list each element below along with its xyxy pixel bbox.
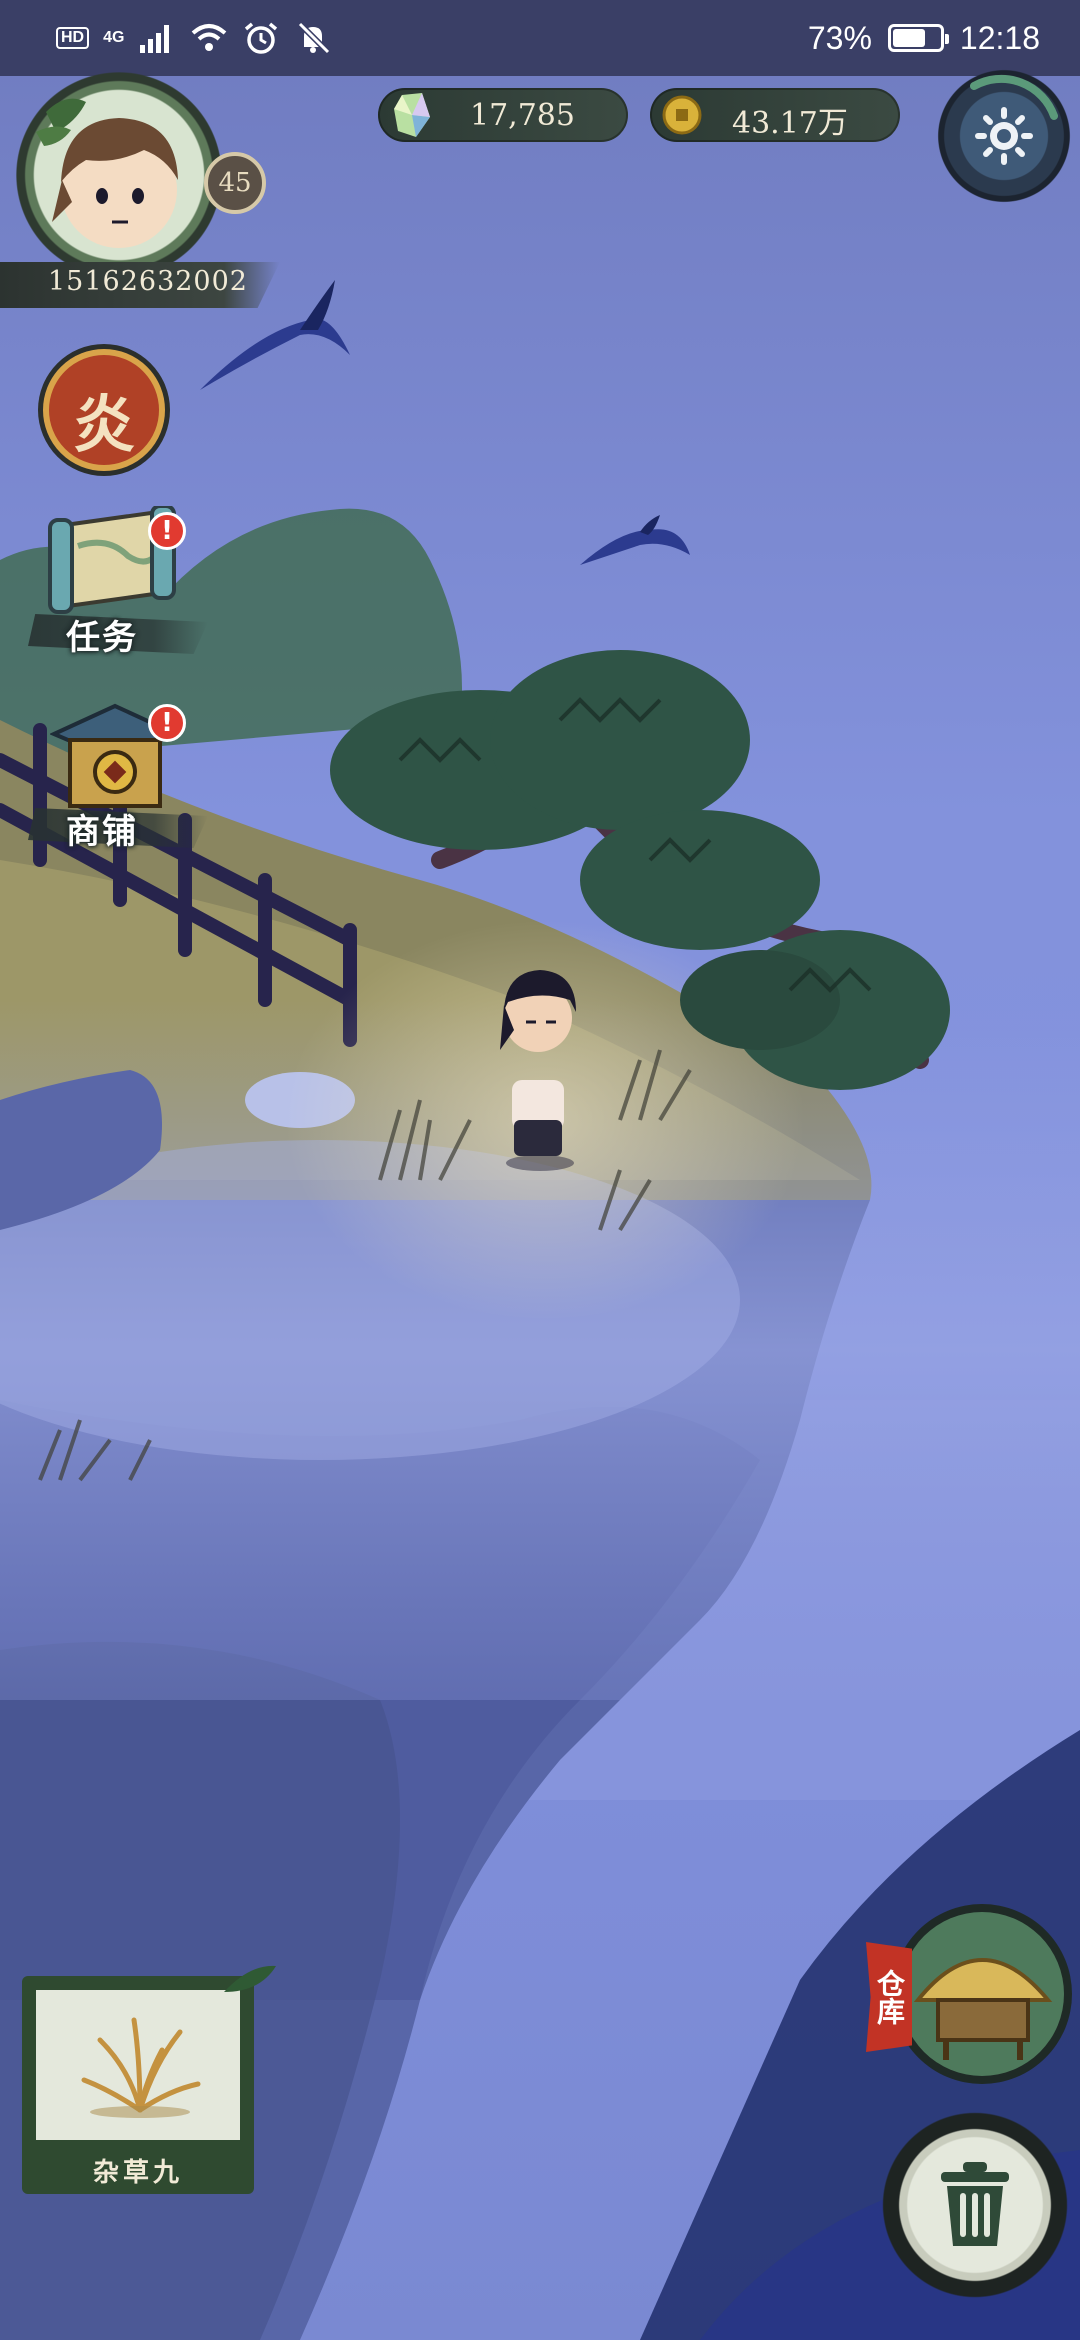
- element-badge-text: 炎: [72, 388, 135, 461]
- shop-alert-badge: !: [148, 704, 186, 742]
- hut-icon: [892, 1904, 1072, 2084]
- tasks-label: 任务: [66, 618, 138, 658]
- tasks-alert-badge: !: [148, 512, 186, 550]
- weed-grass-icon: [81, 2017, 201, 2118]
- trash-button[interactable]: [880, 2110, 1070, 2300]
- trash-icon: [941, 2162, 1009, 2246]
- player-id: 15162632002: [48, 266, 248, 297]
- clock: 12:18: [959, 19, 1040, 56]
- coin-count: 43.17万: [732, 106, 848, 141]
- level-badge: 45: [204, 152, 266, 214]
- avatar: [36, 98, 178, 248]
- coin-icon: [662, 95, 702, 135]
- gem-count: 17,785: [470, 98, 575, 133]
- element-badge-button[interactable]: 炎: [34, 340, 174, 480]
- status-right: 73% 12:18: [808, 18, 1040, 58]
- warehouse-label: 仓库: [866, 1942, 912, 2052]
- mute-bell-icon: [298, 21, 331, 55]
- alarm-icon: [245, 22, 278, 54]
- bamboo-leaf-decoration: [224, 1965, 276, 1992]
- hd-indicator: HD: [56, 27, 90, 49]
- status-bar: HD 4G 73% 12:18: [0, 0, 1080, 76]
- gear-icon: [970, 74, 1058, 165]
- wifi-icon: [192, 24, 227, 51]
- settings-button[interactable]: [934, 66, 1074, 206]
- battery-level: [892, 29, 926, 47]
- coin-currency[interactable]: 43.17万: [650, 88, 900, 142]
- warehouse-button[interactable]: [888, 1900, 1076, 2088]
- player-avatar-button[interactable]: 45: [8, 72, 266, 282]
- shop-button[interactable]: 商铺 !: [20, 700, 208, 860]
- selected-item-name: 杂草九: [92, 2158, 183, 2188]
- battery-percent: 73%: [807, 19, 872, 56]
- shop-label: 商铺: [66, 812, 138, 852]
- status-left: HD 4G: [56, 18, 332, 58]
- gem-icon: [394, 93, 430, 137]
- signal-icon: [140, 25, 170, 53]
- network-type: 4G: [103, 29, 125, 46]
- selected-item-card[interactable]: 杂草九: [10, 1962, 276, 2202]
- tasks-button[interactable]: 任务 !: [20, 506, 208, 666]
- gem-currency[interactable]: 17,785: [378, 88, 628, 142]
- battery-icon: [887, 24, 949, 52]
